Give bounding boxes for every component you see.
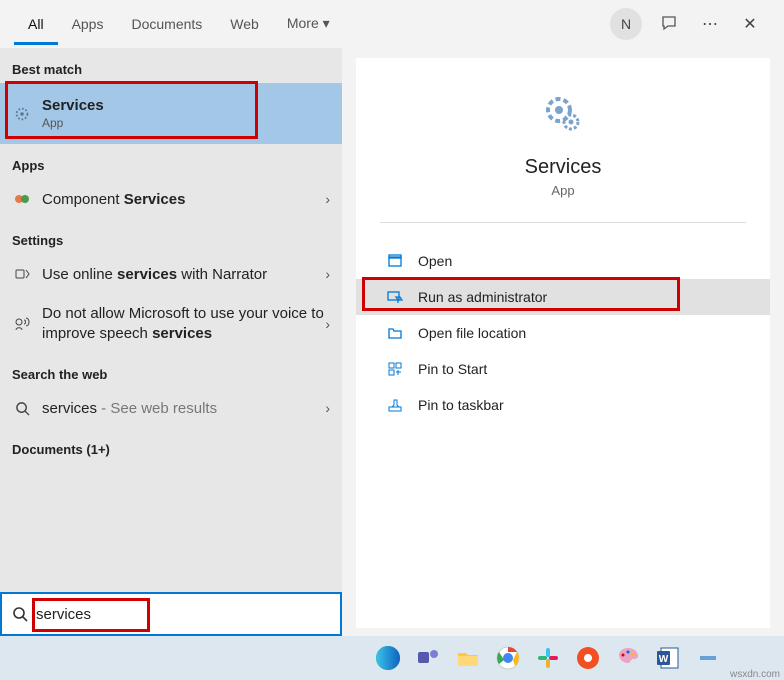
chevron-right-icon: ›	[325, 191, 330, 207]
narrator-icon	[12, 264, 32, 284]
taskbar-edge-icon[interactable]	[370, 640, 406, 676]
detail-type: App	[356, 183, 770, 198]
result-web-services[interactable]: services - See web results ›	[0, 388, 342, 428]
user-avatar[interactable]: N	[610, 8, 642, 40]
best-match-title: Services	[42, 97, 104, 114]
more-icon[interactable]: ⋯	[694, 8, 726, 40]
services-app-icon	[539, 90, 587, 138]
action-open[interactable]: Open	[356, 243, 770, 279]
tab-more[interactable]: More ▾	[273, 3, 344, 45]
folder-icon	[386, 324, 404, 342]
taskbar-teams-icon[interactable]	[410, 640, 446, 676]
taskbar-overflow-icon[interactable]	[690, 640, 726, 676]
top-tab-bar: All Apps Documents Web More ▾ N ⋯ ✕	[0, 0, 784, 48]
action-open-location[interactable]: Open file location	[356, 315, 770, 351]
section-best-match: Best match	[0, 48, 342, 83]
taskbar-explorer-icon[interactable]	[450, 640, 486, 676]
component-icon	[12, 189, 32, 209]
watermark: wsxdn.com	[730, 669, 780, 680]
result-speech-services[interactable]: Do not allow Microsoft to use your voice…	[0, 294, 342, 353]
search-icon	[12, 606, 28, 622]
chevron-right-icon: ›	[325, 400, 330, 416]
gear-icon	[12, 104, 32, 124]
svg-text:W: W	[659, 654, 669, 665]
taskbar-chrome-icon[interactable]	[490, 640, 526, 676]
best-match-sub: App	[42, 116, 104, 130]
results-panel: Best match Services App Apps Component S…	[0, 48, 342, 636]
search-input[interactable]	[36, 606, 330, 623]
pin-taskbar-icon	[386, 396, 404, 414]
section-settings: Settings	[0, 219, 342, 254]
action-pin-start[interactable]: Pin to Start	[356, 351, 770, 387]
tab-apps[interactable]: Apps	[58, 4, 118, 45]
open-icon	[386, 252, 404, 270]
tab-all[interactable]: All	[14, 4, 58, 45]
tab-web[interactable]: Web	[216, 4, 273, 45]
result-component-services[interactable]: Component Services ›	[0, 179, 342, 219]
detail-panel: Services App Open Run as administrator O…	[342, 48, 784, 636]
section-search-web: Search the web	[0, 353, 342, 388]
search-icon	[12, 398, 32, 418]
close-icon[interactable]: ✕	[734, 8, 766, 40]
taskbar-slack-icon[interactable]	[530, 640, 566, 676]
taskbar: W	[0, 636, 784, 680]
speech-icon	[12, 314, 32, 334]
taskbar-chrome2-icon[interactable]	[570, 640, 606, 676]
section-documents: Documents (1+)	[0, 428, 342, 463]
search-bar[interactable]	[0, 592, 342, 636]
action-pin-taskbar[interactable]: Pin to taskbar	[356, 387, 770, 423]
taskbar-paint-icon[interactable]	[610, 640, 646, 676]
result-narrator-services[interactable]: Use online services with Narrator ›	[0, 254, 342, 294]
feedback-icon[interactable]	[654, 8, 686, 40]
detail-title: Services	[356, 156, 770, 179]
chevron-right-icon: ›	[325, 266, 330, 282]
pin-start-icon	[386, 360, 404, 378]
best-match-services[interactable]: Services App	[0, 83, 342, 144]
action-run-admin[interactable]: Run as administrator	[356, 279, 770, 315]
tab-documents[interactable]: Documents	[117, 4, 216, 45]
chevron-right-icon: ›	[325, 316, 330, 332]
taskbar-word-icon[interactable]: W	[650, 640, 686, 676]
section-apps: Apps	[0, 144, 342, 179]
admin-icon	[386, 288, 404, 306]
